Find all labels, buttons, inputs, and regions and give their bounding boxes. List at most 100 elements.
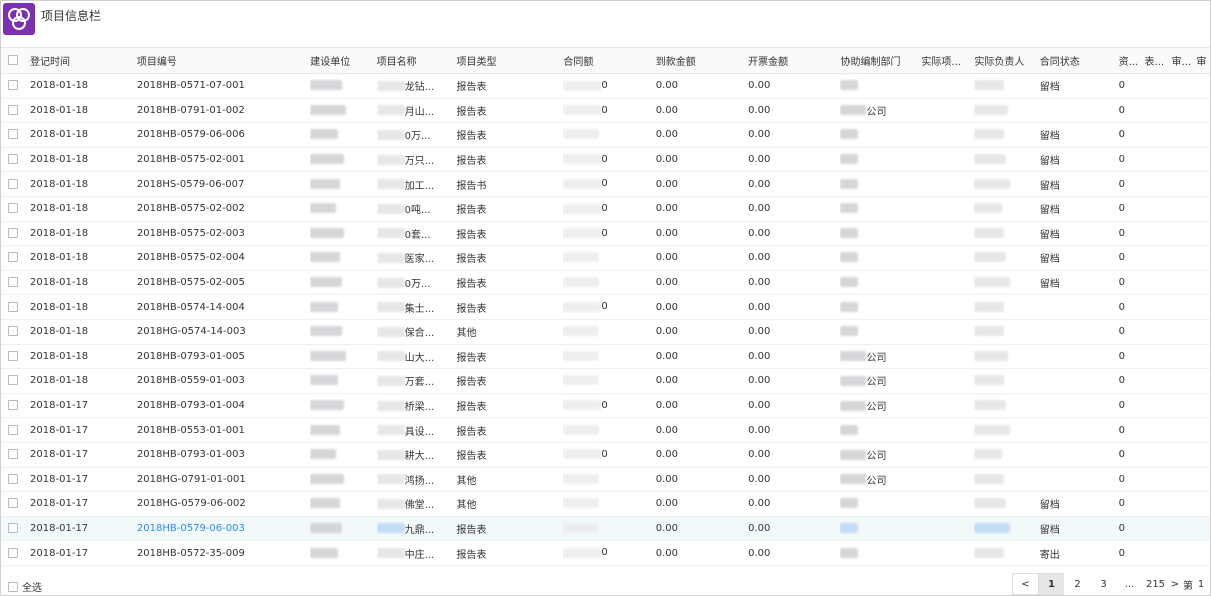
row-checkbox[interactable] — [8, 375, 18, 386]
cell-project-code[interactable]: 2018HB-0575-02-001 — [136, 147, 311, 173]
select-all-checkbox[interactable] — [8, 581, 18, 592]
cell-project-code[interactable]: 2018HG-0574-14-003 — [136, 319, 311, 345]
cell-project-name[interactable]: 集士... — [376, 294, 457, 320]
table-row[interactable]: 2018-01-17 2018HG-0791-01-001 鸿扬... 其他 0.00 0… — [1, 467, 1210, 493]
row-checkbox[interactable] — [8, 104, 18, 115]
cell-project-name[interactable]: 0吨... — [376, 196, 457, 222]
cell-project-name[interactable]: 佛堂... — [376, 491, 457, 517]
cell-project-code[interactable]: 2018HB-0553-01-001 — [136, 417, 311, 443]
row-checkbox[interactable] — [8, 350, 18, 361]
row-checkbox[interactable] — [8, 80, 18, 91]
row-checkbox[interactable] — [8, 498, 18, 509]
page-button-1[interactable]: 1 — [1038, 573, 1065, 595]
row-checkbox[interactable] — [8, 547, 18, 558]
cell-project-name[interactable]: 九鼎... — [376, 516, 457, 542]
table-row[interactable]: 2018-01-18 2018HS-0579-06-007 加工... 报告书 0 0.0… — [1, 171, 1210, 197]
col-header[interactable]: 资... — [1118, 47, 1145, 74]
row-checkbox[interactable] — [8, 326, 18, 337]
cell-project-code[interactable]: 2018HB-0575-02-005 — [136, 270, 311, 296]
select-all-header-checkbox[interactable] — [8, 55, 18, 65]
page-button-3[interactable]: 3 — [1090, 573, 1117, 595]
cell-project-name[interactable]: 0万... — [376, 270, 457, 296]
cell-project-code[interactable]: 2018HB-0559-01-003 — [136, 368, 311, 394]
col-header[interactable]: 建设单位 — [310, 47, 377, 74]
col-header[interactable]: 审... — [1171, 47, 1197, 74]
col-header[interactable]: 协助编制部门 — [840, 47, 922, 74]
row-checkbox[interactable] — [8, 252, 18, 263]
table-row[interactable]: 2018-01-17 2018HB-0579-06-003 九鼎... 报告表 0.00… — [1, 516, 1210, 542]
cell-project-name[interactable]: 具设... — [376, 417, 457, 443]
table-row[interactable]: 2018-01-18 2018HB-0579-06-006 0万... 报告表 0.00… — [1, 122, 1210, 148]
cell-project-code[interactable]: 2018HB-0572-35-009 — [136, 540, 311, 566]
row-checkbox[interactable] — [8, 178, 18, 189]
table-row[interactable]: 2018-01-18 2018HB-0574-14-004 集士... 报告表 0 0.0… — [1, 294, 1210, 320]
cell-project-name[interactable]: 中庄... — [376, 540, 457, 566]
row-checkbox[interactable] — [8, 129, 18, 140]
page-button-2[interactable]: 2 — [1064, 573, 1091, 595]
row-checkbox[interactable] — [8, 277, 18, 288]
cell-project-code[interactable]: 2018HB-0575-02-003 — [136, 221, 311, 247]
next-page-button[interactable]: > — [1168, 573, 1182, 595]
cell-project-name[interactable]: 0套... — [376, 221, 457, 247]
col-header[interactable]: 实际项... — [921, 47, 975, 74]
table-row[interactable]: 2018-01-18 2018HB-0791-01-002 月山... 报告表 0 0.0… — [1, 98, 1210, 124]
cell-project-name[interactable]: 万套... — [376, 368, 457, 394]
row-checkbox[interactable] — [8, 424, 18, 435]
table-row[interactable]: 2018-01-17 2018HB-0572-35-009 中庄... 报告表 0 0.0… — [1, 540, 1210, 566]
col-header[interactable]: 项目编号 — [136, 47, 311, 74]
table-row[interactable]: 2018-01-18 2018HB-0575-02-004 医家... 报告表 0.00… — [1, 245, 1210, 271]
row-checkbox[interactable] — [8, 473, 18, 484]
cell-project-code[interactable]: 2018HB-0791-01-002 — [136, 98, 311, 124]
cell-project-name[interactable]: 万只... — [376, 147, 457, 173]
prev-page-button[interactable]: < — [1012, 573, 1039, 595]
row-checkbox[interactable] — [8, 301, 18, 312]
row-checkbox[interactable] — [8, 227, 18, 238]
table-row[interactable]: 2018-01-17 2018HB-0793-01-003 耕大... 报告表 0 0.0… — [1, 442, 1210, 468]
col-header[interactable]: 合同状态 — [1039, 47, 1119, 74]
page-jump-input[interactable]: 1 — [1194, 573, 1208, 595]
cell-project-code[interactable]: 2018HB-0793-01-005 — [136, 344, 311, 370]
col-header[interactable]: 审 — [1196, 47, 1210, 74]
col-header[interactable]: 到款金额 — [655, 47, 749, 74]
row-checkbox[interactable] — [8, 522, 18, 533]
col-header[interactable]: 合同额 — [563, 47, 656, 74]
cell-project-name[interactable]: 桥梁... — [376, 393, 457, 419]
table-row[interactable]: 2018-01-17 2018HG-0579-06-002 佛堂... 其他 0.00 0… — [1, 491, 1210, 517]
table-row[interactable]: 2018-01-18 2018HB-0575-02-003 0套... 报告表 0 0.0… — [1, 221, 1210, 247]
cell-project-code[interactable]: 2018HG-0579-06-002 — [136, 491, 311, 517]
cell-project-name[interactable]: 月山... — [376, 98, 457, 124]
cell-project-code[interactable]: 2018HB-0579-06-003 — [136, 516, 311, 542]
table-row[interactable]: 2018-01-17 2018HB-0553-01-001 具设... 报告表 0.00… — [1, 417, 1210, 443]
cell-project-name[interactable]: 鸿扬... — [376, 467, 457, 493]
col-header[interactable]: 表... — [1144, 47, 1172, 74]
table-row[interactable]: 2018-01-18 2018HB-0575-02-002 0吨... 报告表 0 0.0… — [1, 196, 1210, 222]
page-button-last[interactable]: 215 — [1142, 573, 1169, 595]
cell-project-code[interactable]: 2018HB-0793-01-004 — [136, 393, 311, 419]
table-row[interactable]: 2018-01-18 2018HB-0575-02-005 0万... 报告表 0.00… — [1, 270, 1210, 296]
cell-project-name[interactable]: 医家... — [376, 245, 457, 271]
cell-project-name[interactable]: 保合... — [376, 319, 457, 345]
row-checkbox[interactable] — [8, 154, 18, 165]
cell-project-code[interactable]: 2018HB-0574-14-004 — [136, 294, 311, 320]
col-header[interactable]: 项目名称 — [376, 47, 457, 74]
table-row[interactable]: 2018-01-18 2018HG-0574-14-003 保合... 其他 0.00 0… — [1, 319, 1210, 345]
table-row[interactable]: 2018-01-17 2018HB-0793-01-004 桥梁... 报告表 0 0.0… — [1, 393, 1210, 419]
cell-project-name[interactable]: 龙钻... — [376, 73, 457, 99]
select-all[interactable]: 全选 — [8, 579, 42, 594]
cell-project-code[interactable]: 2018HB-0575-02-002 — [136, 196, 311, 222]
cell-project-name[interactable]: 耕大... — [376, 442, 457, 468]
cell-project-code[interactable]: 2018HB-0571-07-001 — [136, 73, 311, 99]
cell-project-code[interactable]: 2018HB-0575-02-004 — [136, 245, 311, 271]
col-header[interactable]: 项目类型 — [456, 47, 564, 74]
table-row[interactable]: 2018-01-18 2018HB-0559-01-003 万套... 报告表 0.00… — [1, 368, 1210, 394]
cell-project-code[interactable]: 2018HB-0579-06-006 — [136, 122, 311, 148]
table-row[interactable]: 2018-01-18 2018HB-0793-01-005 山大... 报告表 0.00… — [1, 344, 1210, 370]
cell-project-name[interactable]: 0万... — [376, 122, 457, 148]
cell-project-code[interactable]: 2018HS-0579-06-007 — [136, 171, 311, 197]
cell-project-code[interactable]: 2018HB-0793-01-003 — [136, 442, 311, 468]
table-row[interactable]: 2018-01-18 2018HB-0571-07-001 龙钻... 报告表 0 0.0… — [1, 73, 1210, 99]
row-checkbox[interactable] — [8, 449, 18, 460]
col-header[interactable]: 开票金额 — [748, 47, 841, 74]
cell-project-code[interactable]: 2018HG-0791-01-001 — [136, 467, 311, 493]
row-checkbox[interactable] — [8, 203, 18, 214]
